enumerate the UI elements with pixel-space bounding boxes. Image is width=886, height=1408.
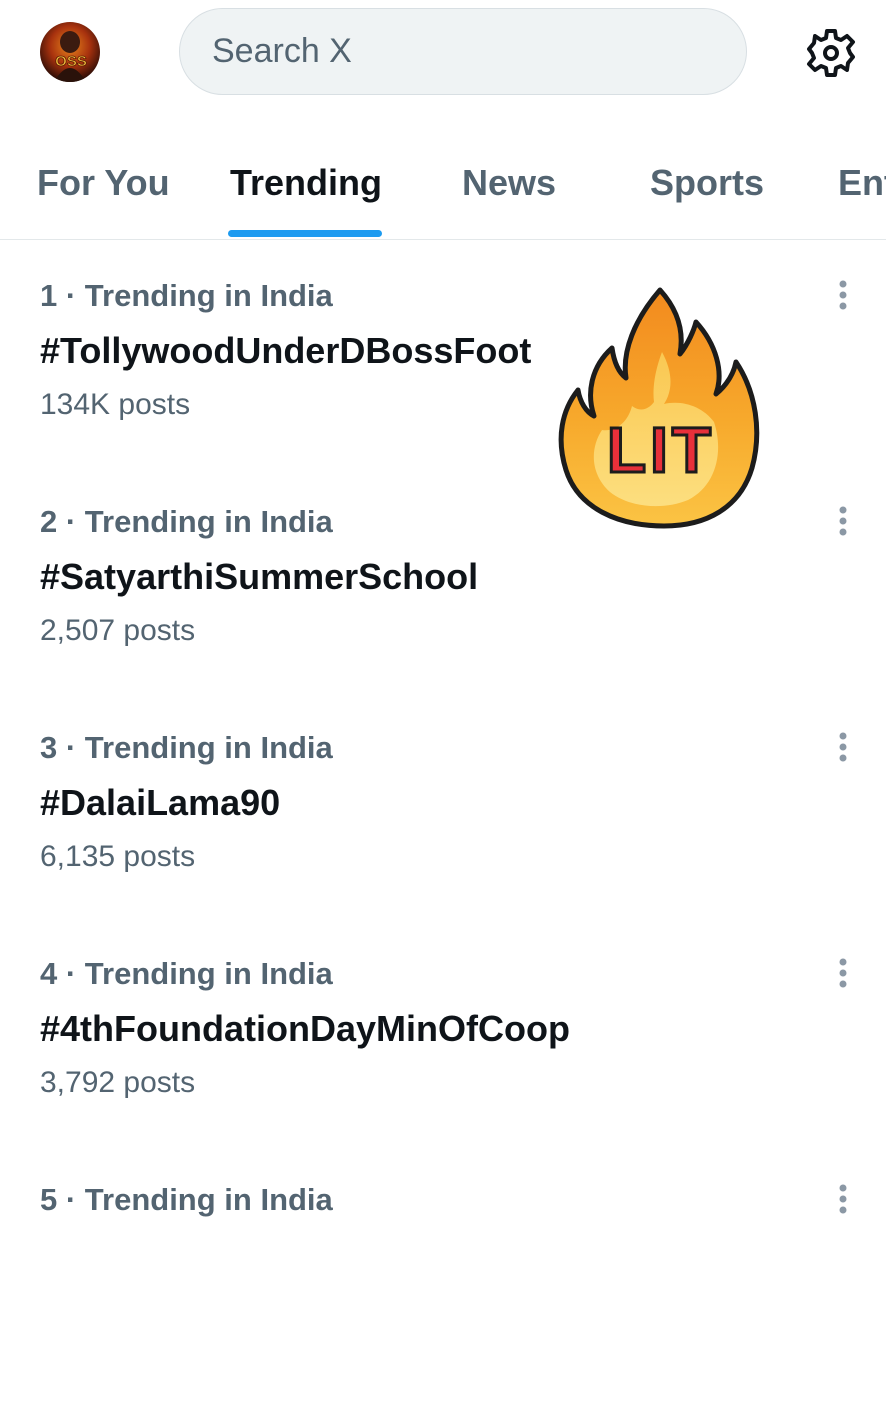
gear-icon <box>807 29 855 77</box>
trend-meta: 1 · Trending in India <box>40 278 333 313</box>
trend-hashtag: #SatyarthiSummerSchool <box>40 556 479 597</box>
trend-post-count: 2,507 posts <box>40 614 196 647</box>
more-options-icon[interactable] <box>832 730 854 770</box>
trend-item[interactable]: 4 · Trending in India #4thFoundationDayM… <box>0 956 886 1182</box>
sticker-text: LIT <box>607 414 715 486</box>
profile-avatar[interactable]: OSS <box>40 22 100 82</box>
tab-trending[interactable]: Trending <box>230 138 382 238</box>
tab-entertainment[interactable]: Ent <box>838 138 886 238</box>
trend-meta: 5 · Trending in India <box>40 1182 333 1217</box>
more-options-icon[interactable] <box>832 1182 854 1222</box>
active-tab-indicator <box>228 230 382 237</box>
trend-hashtag: #TollywoodUnderDBossFoot <box>40 330 532 371</box>
trend-post-count: 6,135 posts <box>40 840 196 873</box>
trend-hashtag: #DalaiLama90 <box>40 782 281 823</box>
trend-item[interactable]: 5 · Trending in India <box>0 1182 886 1408</box>
trend-meta: 4 · Trending in India <box>40 956 333 991</box>
trend-post-count: 134K posts <box>40 388 191 421</box>
tab-for-you[interactable]: For You <box>37 138 170 238</box>
tab-news[interactable]: News <box>462 138 556 238</box>
trend-item[interactable]: 3 · Trending in India #DalaiLama90 6,135… <box>0 730 886 956</box>
trend-post-count: 3,792 posts <box>40 1066 196 1099</box>
avatar-text: OSS <box>55 53 87 70</box>
avatar-image: OSS <box>40 22 100 82</box>
trend-meta: 2 · Trending in India <box>40 504 333 539</box>
fire-icon: LIT <box>558 287 760 529</box>
trend-hashtag: #4thFoundationDayMinOfCoop <box>40 1008 570 1049</box>
explore-tabs: For You Trending News Sports Ent <box>0 138 886 240</box>
more-options-icon[interactable] <box>832 504 854 544</box>
settings-button[interactable] <box>804 26 858 80</box>
trend-meta: 3 · Trending in India <box>40 730 333 765</box>
tab-sports[interactable]: Sports <box>650 138 764 238</box>
trend-item[interactable]: 2 · Trending in India #SatyarthiSummerSc… <box>0 504 886 730</box>
more-options-icon[interactable] <box>832 278 854 318</box>
more-options-icon[interactable] <box>832 956 854 996</box>
search-input[interactable] <box>210 31 746 72</box>
search-bar[interactable] <box>179 8 747 95</box>
